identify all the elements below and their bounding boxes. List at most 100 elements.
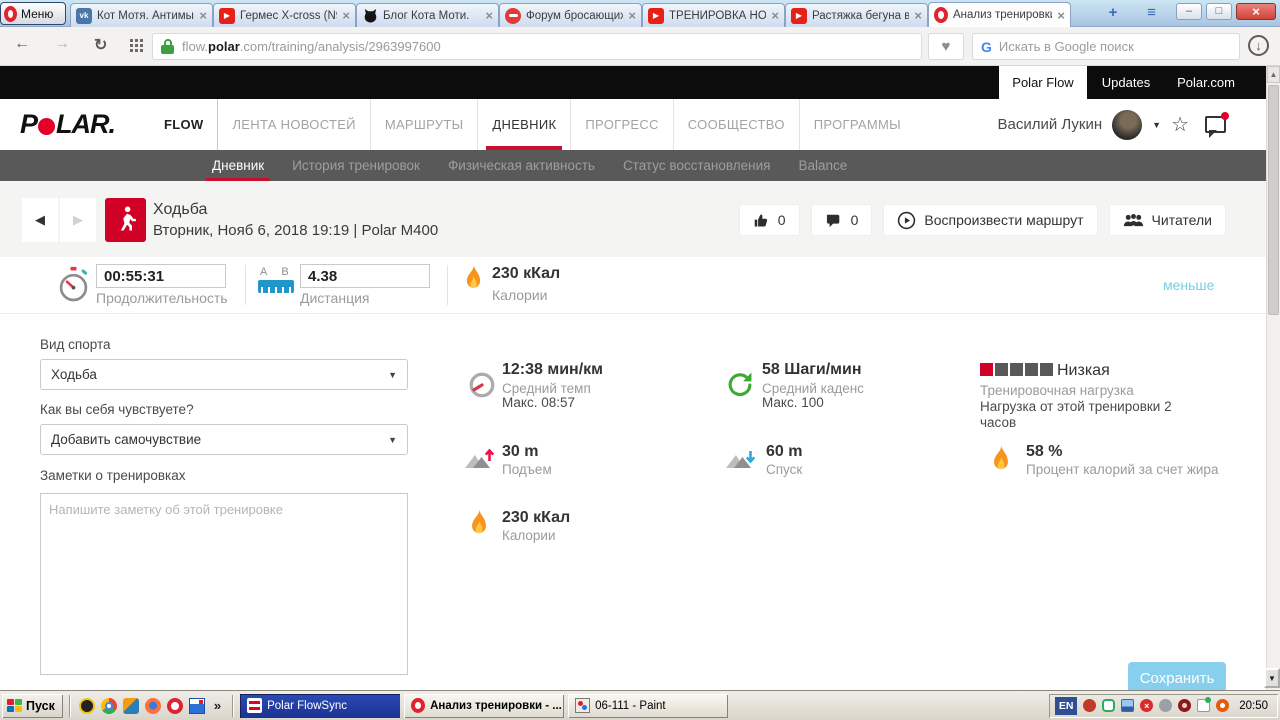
tab-close-icon[interactable]: × [628,9,636,22]
ruler-icon [258,280,294,293]
scrollbar-thumb[interactable] [1268,85,1279,315]
subnav-balance[interactable]: Balance [788,150,857,181]
subnav-diary[interactable]: Дневник [202,150,274,181]
tray-icon[interactable] [1178,699,1192,712]
browser-tab[interactable]: ▶ Растяжка бегуна в × [785,3,928,27]
firefox-icon[interactable] [144,697,161,714]
download-icon[interactable]: ↓ [1248,35,1269,56]
url-field[interactable]: flow.polar.com/training/analysis/2963997… [152,33,922,60]
ascent-label: Подъем [502,462,552,477]
nav-item-routes[interactable]: МАРШРУТЫ [371,99,479,150]
comment-button[interactable]: 0 [810,204,873,236]
cadence-label: Средний каденс [762,381,864,396]
quick-launch-app-icon[interactable] [78,697,95,714]
tab-close-icon[interactable]: × [914,9,922,22]
polar-logo[interactable]: P LAR. [20,109,116,140]
browser-tab[interactable]: Форум бросающих × [499,3,642,27]
scroll-up-icon[interactable]: ▲ [1267,66,1280,83]
load-description: Нагрузка от этой тренировки 2 часов [980,399,1172,430]
start-button[interactable]: Пуск [2,693,63,718]
topbar-polar-com[interactable]: Polar.com [1168,66,1244,99]
next-training-button[interactable]: ▶ [60,198,96,242]
mail-icon[interactable] [1197,697,1212,712]
reload-icon[interactable]: ↻ [94,35,107,55]
scroll-down-icon[interactable]: ▼ [1264,668,1280,688]
opera-icon[interactable] [166,697,183,714]
distance-input[interactable] [300,264,430,288]
subnav-recovery[interactable]: Статус восстановления [613,150,781,181]
walking-sport-icon [105,198,146,242]
readers-button[interactable]: Читатели [1108,204,1226,236]
notifications-icon[interactable] [1205,112,1229,138]
favorites-star-icon[interactable]: ☆ [1171,112,1189,137]
tab-title: Растяжка бегуна в [812,9,910,22]
task-button-flowsync[interactable]: Polar FlowSync [240,693,401,718]
nav-item-progress[interactable]: ПРОГРЕСС [571,99,674,150]
user-name[interactable]: Василий Лукин [997,116,1102,133]
nav-item-diary[interactable]: ДНЕВНИК [478,99,572,150]
minimize-button[interactable]: – [1176,3,1202,20]
browser-tab[interactable]: vk Кот Мотя. Антимы × [70,3,213,27]
language-indicator[interactable]: EN [1055,696,1078,715]
user-caret-icon[interactable]: ▼ [1152,120,1161,130]
divider [245,265,246,305]
browser-tab[interactable]: ▶ ТРЕНИРОВКА НОГ × [642,3,785,27]
browser-tab[interactable]: Блог Кота Моти. × [356,3,499,27]
close-button[interactable]: × [1236,3,1276,20]
tray-icon[interactable] [1159,699,1173,712]
chrome-icon[interactable] [100,697,117,714]
tray-icon[interactable] [1083,699,1097,712]
subnav-history[interactable]: История тренировок [282,150,430,181]
nav-item-feed[interactable]: ЛЕНТА НОВОСТЕЙ [218,99,371,150]
tab-close-icon[interactable]: × [485,9,493,22]
save-disk-icon[interactable] [188,697,205,714]
notes-textarea[interactable] [40,493,408,675]
browser-menu-button[interactable]: Меню [0,2,66,25]
like-button[interactable]: 0 [738,204,800,236]
new-tab-button[interactable]: + [1100,4,1126,21]
speed-dial-icon[interactable] [130,39,143,52]
maximize-button[interactable]: □ [1206,3,1232,20]
sport-select[interactable]: Ходьба ▼ [40,359,408,390]
tab-close-icon[interactable]: × [342,9,350,22]
nav-item-community[interactable]: СООБЩЕСТВО [674,99,800,150]
task-button-paint[interactable]: 06-111 - Paint [568,693,729,718]
show-less-link[interactable]: меньше [1163,277,1214,293]
duration-input[interactable] [96,264,226,288]
antivirus-shield-icon[interactable]: × [1140,699,1154,712]
network-icon[interactable] [1121,699,1135,712]
url-text: flow.polar.com/training/analysis/2963997… [182,39,441,54]
topbar-polar-flow[interactable]: Polar Flow [999,66,1087,99]
topbar-updates[interactable]: Updates [1096,66,1156,99]
play-icon [898,211,916,229]
distance-label: Дистанция [300,290,370,306]
overflow-chevron-icon[interactable]: » [211,698,224,713]
notes-label: Заметки о тренировках [40,468,186,483]
browser-tab-active[interactable]: Анализ тренировки × [928,2,1071,27]
training-header: ◀ ▶ Ходьба Вторник, Нояб 6, 2018 19:19 |… [0,181,1266,257]
quick-launch-app-icon[interactable] [122,697,139,714]
forward-icon[interactable]: → [54,35,70,53]
avatar[interactable] [1112,109,1143,140]
feeling-select[interactable]: Добавить самочувствие ▼ [40,424,408,455]
tray-icon[interactable] [1216,699,1230,712]
bookmark-heart-icon[interactable]: ♥ [928,33,964,60]
search-input[interactable] [998,39,1231,54]
descent-value: 60 m [766,443,803,460]
tab-close-icon[interactable]: × [1057,9,1065,22]
task-button-browser[interactable]: Анализ тренировки - ... [404,693,565,718]
browser-tab-strip: Меню vk Кот Мотя. Антимы × ▶ Гермес X-cr… [0,0,1280,27]
tab-close-icon[interactable]: × [199,9,207,22]
calories-label: Калории [492,287,548,303]
browser-scrollbar[interactable]: ▲ ▼ [1264,66,1280,690]
prev-training-button[interactable]: ◀ [22,198,58,242]
browser-tab[interactable]: ▶ Гермес X-cross (N9 × [213,3,356,27]
tab-close-icon[interactable]: × [771,9,779,22]
tray-icon[interactable] [1102,699,1116,712]
tab-title: Анализ тренировки [953,9,1053,21]
subnav-activity[interactable]: Физическая активность [438,150,605,181]
tab-list-icon[interactable]: ≡ [1138,4,1164,21]
back-icon[interactable]: ← [14,35,30,53]
replay-route-button[interactable]: Воспроизвести маршрут [883,204,1098,236]
nav-item-programs[interactable]: ПРОГРАММЫ [800,99,915,150]
